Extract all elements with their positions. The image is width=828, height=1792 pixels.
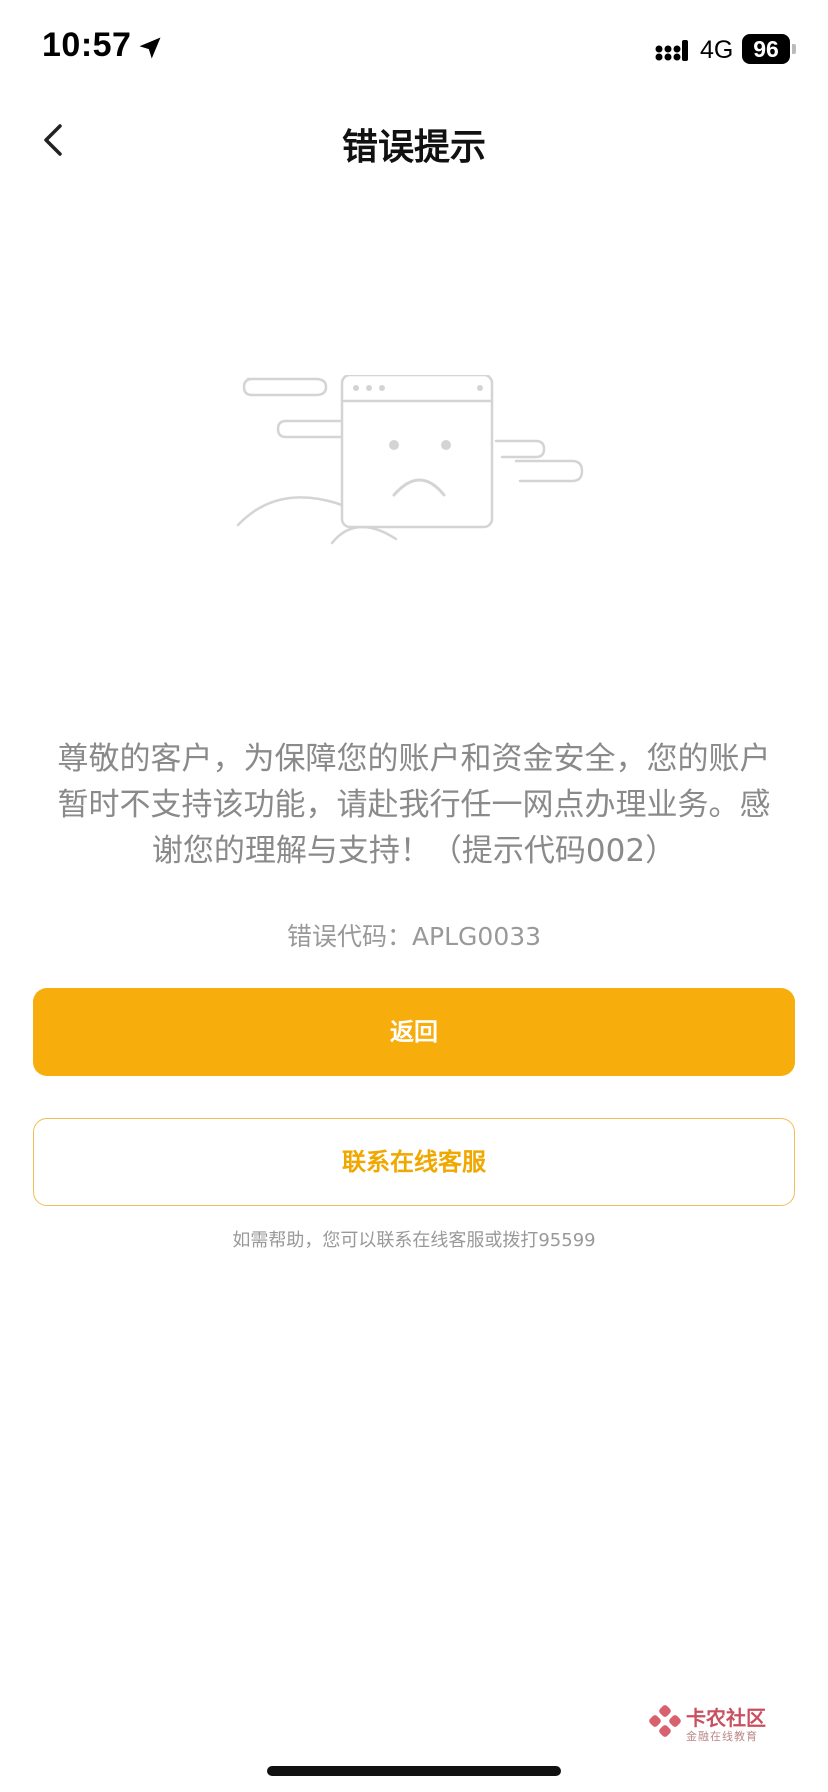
location-arrow-icon	[139, 37, 161, 59]
message-line: 暂时不支持该功能，请赴我行任一网点办理业务。感	[57, 787, 771, 823]
sad-window-illustration	[236, 375, 584, 545]
status-time: 10:57	[42, 26, 132, 64]
help-text: 如需帮助，您可以联系在线客服或拨打95599	[232, 1230, 596, 1251]
watermark-logo-icon	[649, 1705, 681, 1737]
battery-icon: 96	[742, 34, 790, 64]
message-line: 谢您的理解与支持！（提示代码002）	[151, 833, 677, 869]
battery-tip	[792, 44, 796, 54]
page-title: 错误提示	[341, 127, 486, 168]
nav-bar: 错误提示	[0, 100, 828, 188]
error-code: 错误代码：APLG0033	[0, 917, 828, 953]
home-indicator	[267, 1766, 561, 1776]
watermark: 卡农社区 金融在线教育	[648, 1702, 798, 1746]
status-bar: 10:57 4G 96	[0, 0, 828, 100]
message-line: 尊敬的客户，为保障您的账户和资金安全，您的账户	[57, 741, 771, 777]
return-button[interactable]: 返回	[33, 988, 795, 1076]
signal-icon	[655, 40, 688, 61]
contact-support-button[interactable]: 联系在线客服	[33, 1118, 795, 1206]
watermark-title: 卡农社区	[686, 1706, 766, 1730]
error-code-value: APLG0033	[411, 922, 542, 951]
network-type: 4G	[700, 36, 734, 64]
watermark-subtitle: 金融在线教育	[686, 1730, 758, 1743]
error-message: 尊敬的客户，为保障您的账户和资金安全，您的账户 暂时不支持该功能，请赴我行任一网…	[32, 736, 796, 874]
error-code-label: 错误代码：	[286, 922, 412, 951]
